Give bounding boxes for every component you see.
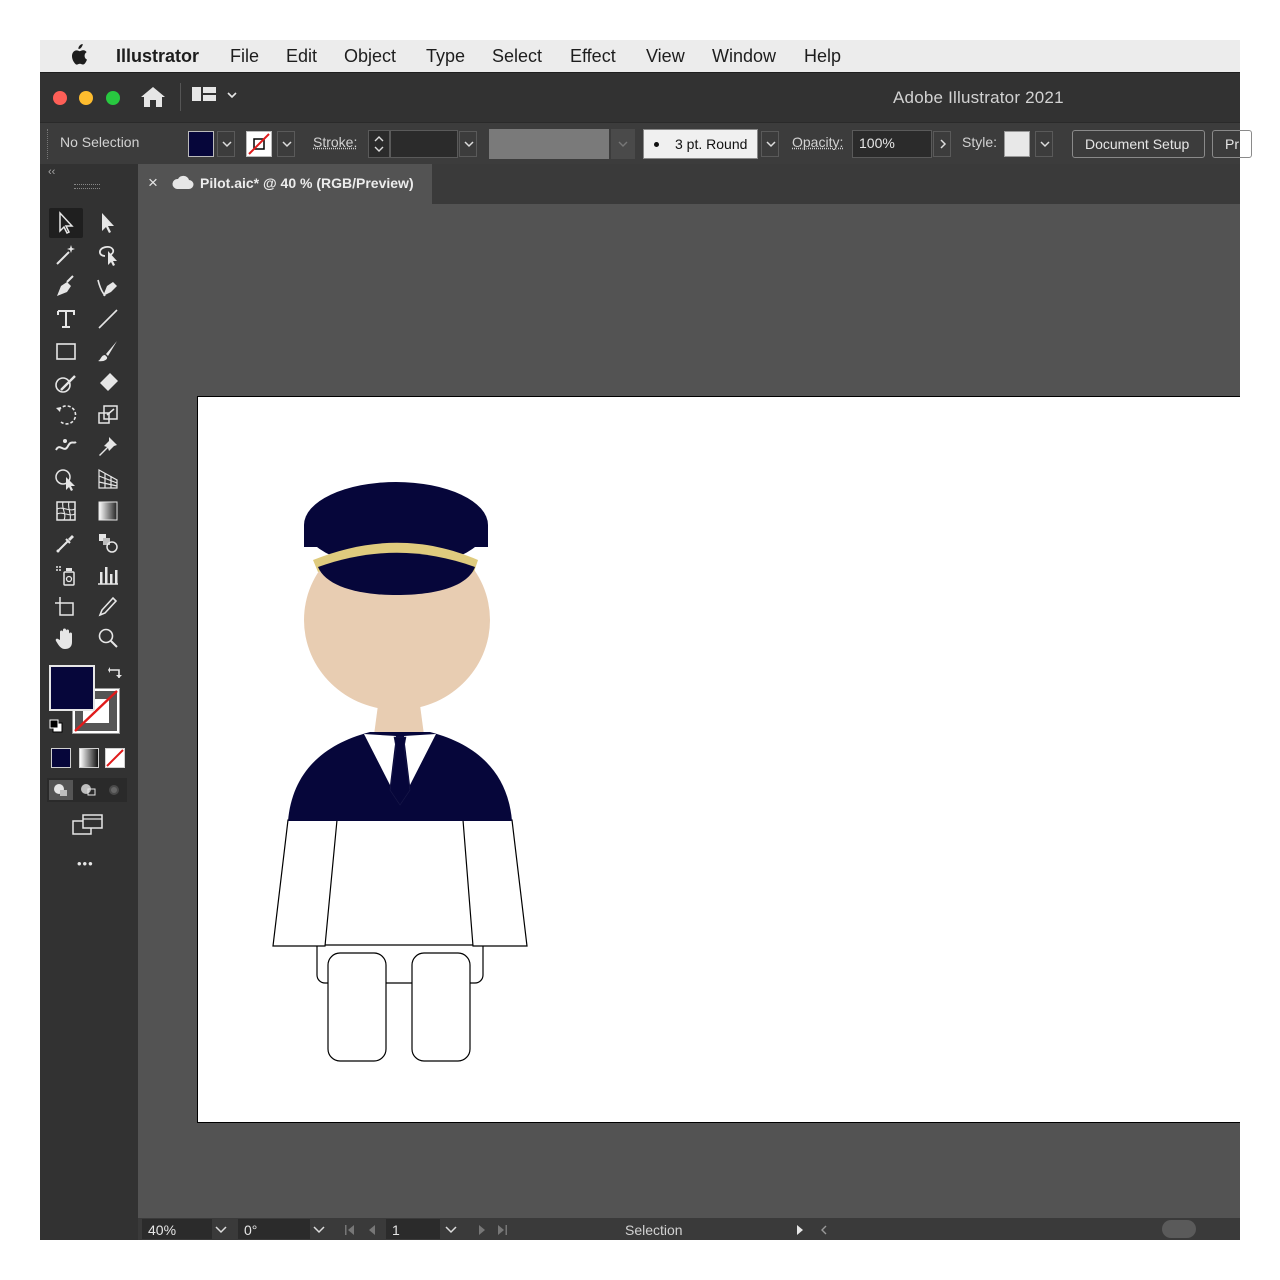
torso xyxy=(322,814,476,946)
status-bar: 40% 0° 1 Selection xyxy=(138,1218,1240,1240)
right-leg xyxy=(411,952,471,1062)
first-artboard-icon[interactable] xyxy=(344,1223,356,1241)
left-sleeve xyxy=(272,819,338,947)
artboard-dropdown-icon[interactable] xyxy=(444,1223,458,1241)
previous-artboard-icon[interactable] xyxy=(366,1223,378,1241)
zoom-value: 40% xyxy=(148,1222,177,1238)
horizontal-scrollbar-thumb[interactable] xyxy=(1162,1220,1196,1238)
artboard-number: 1 xyxy=(392,1222,400,1238)
zoom-dropdown-icon[interactable] xyxy=(214,1223,228,1241)
right-sleeve xyxy=(462,819,528,947)
next-artboard-icon[interactable] xyxy=(476,1223,488,1241)
current-tool-status: Selection xyxy=(625,1222,683,1238)
left-leg xyxy=(327,952,387,1062)
pilot-artwork[interactable] xyxy=(0,0,1280,1280)
rotation-dropdown-icon[interactable] xyxy=(312,1223,326,1241)
zoom-field[interactable]: 40% xyxy=(142,1219,212,1239)
status-menu-icon[interactable] xyxy=(794,1223,806,1241)
last-artboard-icon[interactable] xyxy=(496,1223,508,1241)
artboard-number-field[interactable]: 1 xyxy=(386,1219,440,1239)
rotation-field[interactable]: 0° xyxy=(238,1219,310,1239)
scroll-left-icon[interactable] xyxy=(818,1223,830,1241)
rotation-value: 0° xyxy=(244,1222,258,1238)
